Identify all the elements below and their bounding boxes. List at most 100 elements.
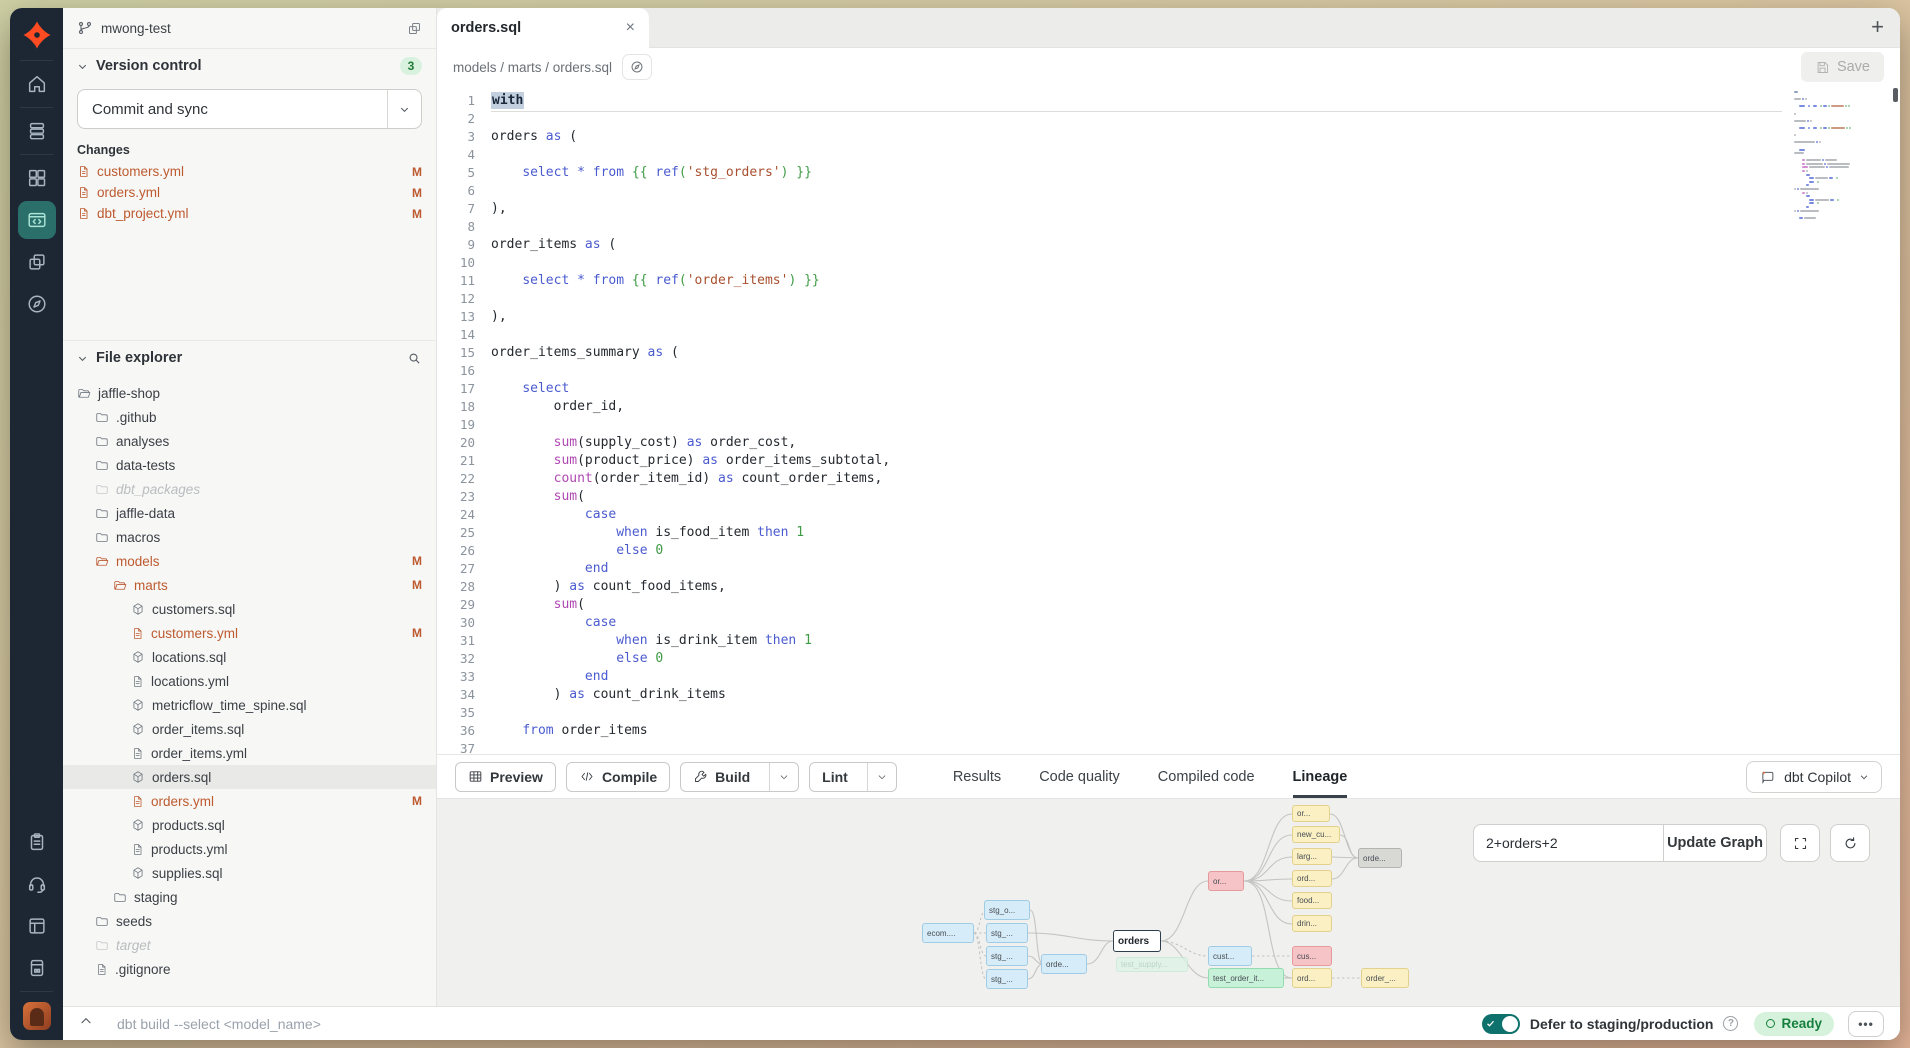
projects-icon[interactable] xyxy=(17,241,57,283)
build-button[interactable]: Build xyxy=(680,762,799,792)
tab-orders-sql[interactable]: orders.sql × xyxy=(437,8,649,48)
lineage-node-new_cu[interactable]: new_cu... xyxy=(1292,826,1340,843)
editor-scrollbar-thumb[interactable] xyxy=(1893,88,1898,102)
lineage-selector-input[interactable]: 2+orders+2 xyxy=(1473,824,1663,862)
tree-item-seeds[interactable]: seeds xyxy=(63,909,436,933)
explore-icon[interactable] xyxy=(17,283,57,325)
breadcrumb[interactable]: models / marts / orders.sql xyxy=(453,60,612,75)
tree-item-locations.yml[interactable]: locations.yml xyxy=(63,669,436,693)
tree-item-analyses[interactable]: analyses xyxy=(63,429,436,453)
lineage-node-larg[interactable]: larg... xyxy=(1292,848,1332,865)
search-icon[interactable] xyxy=(407,351,422,366)
lineage-node-ord[interactable]: ord... xyxy=(1292,968,1332,988)
lineage-node-test_supply[interactable]: test_supply... xyxy=(1116,957,1188,972)
build-options-caret[interactable] xyxy=(769,763,798,791)
tree-item-dbt_packages[interactable]: dbt_packages xyxy=(63,477,436,501)
lineage-node-or[interactable]: or... xyxy=(1208,871,1244,891)
tree-item-orders.yml[interactable]: orders.ymlM xyxy=(63,789,436,813)
tree-item-customers.yml[interactable]: customers.ymlM xyxy=(63,621,436,645)
git-branch-row[interactable]: mwong-test xyxy=(63,8,436,48)
update-graph-button[interactable]: Update Graph xyxy=(1663,824,1767,862)
more-options-button[interactable]: ••• xyxy=(1848,1011,1884,1037)
copy-icon[interactable] xyxy=(407,21,422,36)
code-content[interactable]: withorders as ( select * from {{ ref('st… xyxy=(491,92,1790,754)
lineage-node-stg_o[interactable]: stg_o... xyxy=(984,900,1030,920)
lineage-node-orde[interactable]: orde... xyxy=(1358,848,1402,868)
expand-command-bar-button[interactable] xyxy=(79,1014,93,1033)
lineage-node-food[interactable]: food... xyxy=(1292,892,1332,909)
command-input[interactable]: dbt build --select <model_name> xyxy=(117,1016,321,1032)
refresh-button[interactable] xyxy=(1830,824,1870,862)
close-tab-icon[interactable]: × xyxy=(626,20,635,36)
preview-button[interactable]: Preview xyxy=(455,762,556,792)
lineage-node-drin[interactable]: drin... xyxy=(1292,915,1332,932)
catalog-icon[interactable] xyxy=(17,947,57,989)
home-icon[interactable] xyxy=(17,63,57,105)
lineage-node-order_[interactable]: order_... xyxy=(1361,968,1409,988)
tree-item-order_items.yml[interactable]: order_items.yml xyxy=(63,741,436,765)
code-editor[interactable]: 1234567891011121314151617181920212223242… xyxy=(437,86,1900,754)
file-explorer-header[interactable]: File explorer xyxy=(63,341,436,375)
tree-item-supplies.sql[interactable]: supplies.sql xyxy=(63,861,436,885)
tree-item-jaffle-shop[interactable]: jaffle-shop xyxy=(63,381,436,405)
lineage-node-stg_[interactable]: stg_... xyxy=(986,946,1028,966)
tree-item-orders.sql[interactable]: orders.sql xyxy=(63,765,436,789)
open-in-lineage-button[interactable] xyxy=(622,54,652,80)
changed-file-dbt_project.yml[interactable]: dbt_project.ymlM xyxy=(63,203,436,224)
lineage-node-cust[interactable]: cust... xyxy=(1208,946,1252,966)
tree-item-.gitignore[interactable]: .gitignore xyxy=(63,957,436,981)
tab-compiled-code[interactable]: Compiled code xyxy=(1158,755,1255,798)
defer-toggle[interactable] xyxy=(1482,1014,1520,1034)
lineage-node-or[interactable]: or... xyxy=(1292,805,1330,822)
tab-results[interactable]: Results xyxy=(953,755,1001,798)
tree-item-data-tests[interactable]: data-tests xyxy=(63,453,436,477)
lint-button[interactable]: Lint xyxy=(809,762,897,792)
lineage-node-ecom[interactable]: ecom.... xyxy=(922,923,974,943)
save-button[interactable]: Save xyxy=(1801,52,1884,82)
lineage-node-stg_[interactable]: stg_... xyxy=(986,923,1028,943)
help-icon[interactable]: ? xyxy=(1723,1016,1738,1031)
support-headset-icon[interactable] xyxy=(17,863,57,905)
tree-item-metricflow_time_spine.sql[interactable]: metricflow_time_spine.sql xyxy=(63,693,436,717)
tree-item-locations.sql[interactable]: locations.sql xyxy=(63,645,436,669)
new-tab-button[interactable]: + xyxy=(1871,14,1884,40)
version-control-header[interactable]: Version control 3 xyxy=(63,49,436,83)
commit-and-sync-button[interactable]: Commit and sync xyxy=(77,89,422,129)
lineage-node-test_order_it[interactable]: test_order_it... xyxy=(1208,968,1284,988)
lint-main-segment[interactable]: Lint xyxy=(810,763,860,791)
clipboard-icon[interactable] xyxy=(17,821,57,863)
lineage-node-ord[interactable]: ord... xyxy=(1292,870,1332,887)
changed-file-orders.yml[interactable]: orders.ymlM xyxy=(63,182,436,203)
tab-code-quality[interactable]: Code quality xyxy=(1039,755,1120,798)
tree-item-jaffle-data[interactable]: jaffle-data xyxy=(63,501,436,525)
lineage-node-orde[interactable]: orde... xyxy=(1041,954,1087,974)
tree-item-order_items.sql[interactable]: order_items.sql xyxy=(63,717,436,741)
compile-button[interactable]: Compile xyxy=(566,762,670,792)
tree-item-marts[interactable]: martsM xyxy=(63,573,436,597)
warehouse-icon[interactable] xyxy=(17,110,57,152)
tab-lineage[interactable]: Lineage xyxy=(1293,755,1348,798)
lineage-node-stg_[interactable]: stg_... xyxy=(986,969,1028,989)
lineage-node-cus[interactable]: cus... xyxy=(1292,946,1332,966)
changed-file-customers.yml[interactable]: customers.ymlM xyxy=(63,161,436,182)
docs-icon[interactable] xyxy=(17,905,57,947)
build-main-segment[interactable]: Build xyxy=(681,763,762,791)
fullscreen-button[interactable] xyxy=(1780,824,1820,862)
lineage-node-orders[interactable]: orders xyxy=(1113,930,1161,952)
tree-item-customers.sql[interactable]: customers.sql xyxy=(63,597,436,621)
tree-item-.github[interactable]: .github xyxy=(63,405,436,429)
tree-item-models[interactable]: modelsM xyxy=(63,549,436,573)
tree-item-products.sql[interactable]: products.sql xyxy=(63,813,436,837)
minimap[interactable] xyxy=(1794,91,1874,224)
dbt-copilot-button[interactable]: dbt Copilot xyxy=(1746,761,1882,793)
lineage-canvas[interactable]: ecom....stg_o...stg_...stg_...stg_...ord… xyxy=(437,798,1900,1006)
tree-item-staging[interactable]: staging xyxy=(63,885,436,909)
code-editor-icon[interactable] xyxy=(18,201,56,239)
user-avatar[interactable] xyxy=(23,1002,51,1030)
lint-options-caret[interactable] xyxy=(867,763,896,791)
tree-item-target[interactable]: target xyxy=(63,933,436,957)
commit-options-caret[interactable] xyxy=(387,90,421,128)
dbt-logo-icon[interactable] xyxy=(21,18,53,52)
tree-item-macros[interactable]: macros xyxy=(63,525,436,549)
tree-item-products.yml[interactable]: products.yml xyxy=(63,837,436,861)
